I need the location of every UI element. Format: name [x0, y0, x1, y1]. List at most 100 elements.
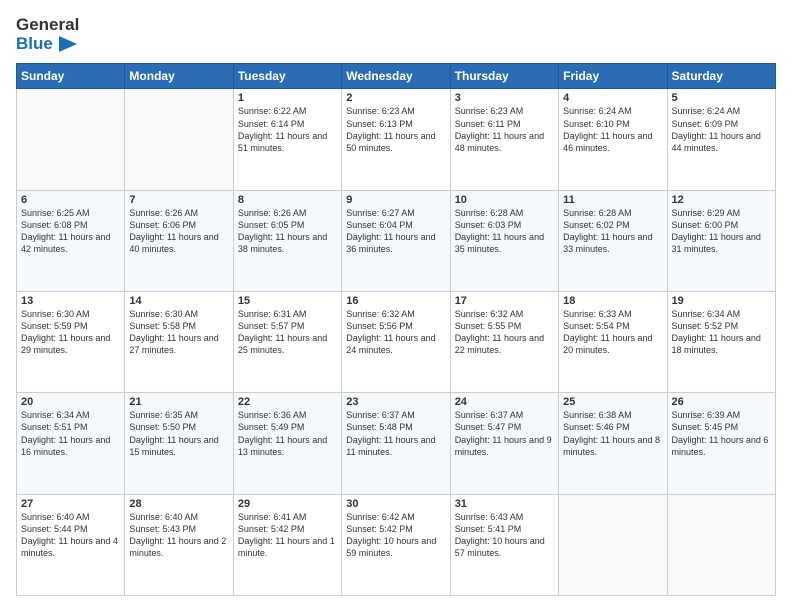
calendar-cell — [125, 89, 233, 190]
day-number: 6 — [21, 194, 120, 206]
weekday-header-monday: Monday — [125, 64, 233, 89]
calendar-cell: 18Sunrise: 6:33 AMSunset: 5:54 PMDayligh… — [559, 292, 667, 393]
cell-info: Sunrise: 6:29 AMSunset: 6:00 PMDaylight:… — [672, 207, 771, 256]
cell-info: Sunrise: 6:30 AMSunset: 5:58 PMDaylight:… — [129, 308, 228, 357]
day-number: 30 — [346, 498, 445, 510]
calendar-week-4: 20Sunrise: 6:34 AMSunset: 5:51 PMDayligh… — [17, 393, 776, 494]
calendar-cell: 22Sunrise: 6:36 AMSunset: 5:49 PMDayligh… — [233, 393, 341, 494]
cell-info: Sunrise: 6:27 AMSunset: 6:04 PMDaylight:… — [346, 207, 445, 256]
calendar-cell: 17Sunrise: 6:32 AMSunset: 5:55 PMDayligh… — [450, 292, 558, 393]
cell-info: Sunrise: 6:37 AMSunset: 5:47 PMDaylight:… — [455, 409, 554, 458]
cell-info: Sunrise: 6:34 AMSunset: 5:52 PMDaylight:… — [672, 308, 771, 357]
cell-info: Sunrise: 6:41 AMSunset: 5:42 PMDaylight:… — [238, 511, 337, 560]
day-number: 15 — [238, 295, 337, 307]
calendar-cell: 2Sunrise: 6:23 AMSunset: 6:13 PMDaylight… — [342, 89, 450, 190]
logo-arrow-icon — [59, 36, 77, 52]
cell-info: Sunrise: 6:26 AMSunset: 6:06 PMDaylight:… — [129, 207, 228, 256]
day-number: 12 — [672, 194, 771, 206]
calendar-cell: 29Sunrise: 6:41 AMSunset: 5:42 PMDayligh… — [233, 494, 341, 595]
logo-general: General — [16, 16, 79, 35]
cell-info: Sunrise: 6:39 AMSunset: 5:45 PMDaylight:… — [672, 409, 771, 458]
day-number: 19 — [672, 295, 771, 307]
calendar-cell: 6Sunrise: 6:25 AMSunset: 6:08 PMDaylight… — [17, 190, 125, 291]
calendar-week-1: 1Sunrise: 6:22 AMSunset: 6:14 PMDaylight… — [17, 89, 776, 190]
calendar-cell: 26Sunrise: 6:39 AMSunset: 5:45 PMDayligh… — [667, 393, 775, 494]
calendar-cell: 14Sunrise: 6:30 AMSunset: 5:58 PMDayligh… — [125, 292, 233, 393]
weekday-header-friday: Friday — [559, 64, 667, 89]
calendar-table: SundayMondayTuesdayWednesdayThursdayFrid… — [16, 63, 776, 596]
weekday-header-sunday: Sunday — [17, 64, 125, 89]
cell-info: Sunrise: 6:23 AMSunset: 6:13 PMDaylight:… — [346, 105, 445, 154]
cell-info: Sunrise: 6:40 AMSunset: 5:43 PMDaylight:… — [129, 511, 228, 560]
weekday-header-wednesday: Wednesday — [342, 64, 450, 89]
day-number: 1 — [238, 92, 337, 104]
day-number: 28 — [129, 498, 228, 510]
cell-info: Sunrise: 6:43 AMSunset: 5:41 PMDaylight:… — [455, 511, 554, 560]
calendar-cell: 5Sunrise: 6:24 AMSunset: 6:09 PMDaylight… — [667, 89, 775, 190]
cell-info: Sunrise: 6:22 AMSunset: 6:14 PMDaylight:… — [238, 105, 337, 154]
calendar-cell: 20Sunrise: 6:34 AMSunset: 5:51 PMDayligh… — [17, 393, 125, 494]
day-number: 7 — [129, 194, 228, 206]
day-number: 25 — [563, 396, 662, 408]
day-number: 29 — [238, 498, 337, 510]
calendar-header-row: SundayMondayTuesdayWednesdayThursdayFrid… — [17, 64, 776, 89]
calendar-cell: 3Sunrise: 6:23 AMSunset: 6:11 PMDaylight… — [450, 89, 558, 190]
calendar-cell: 8Sunrise: 6:26 AMSunset: 6:05 PMDaylight… — [233, 190, 341, 291]
calendar-cell: 7Sunrise: 6:26 AMSunset: 6:06 PMDaylight… — [125, 190, 233, 291]
day-number: 26 — [672, 396, 771, 408]
cell-info: Sunrise: 6:37 AMSunset: 5:48 PMDaylight:… — [346, 409, 445, 458]
calendar-cell: 11Sunrise: 6:28 AMSunset: 6:02 PMDayligh… — [559, 190, 667, 291]
calendar-cell: 30Sunrise: 6:42 AMSunset: 5:42 PMDayligh… — [342, 494, 450, 595]
day-number: 21 — [129, 396, 228, 408]
calendar-week-5: 27Sunrise: 6:40 AMSunset: 5:44 PMDayligh… — [17, 494, 776, 595]
day-number: 18 — [563, 295, 662, 307]
cell-info: Sunrise: 6:33 AMSunset: 5:54 PMDaylight:… — [563, 308, 662, 357]
day-number: 23 — [346, 396, 445, 408]
cell-info: Sunrise: 6:24 AMSunset: 6:10 PMDaylight:… — [563, 105, 662, 154]
day-number: 8 — [238, 194, 337, 206]
weekday-header-tuesday: Tuesday — [233, 64, 341, 89]
cell-info: Sunrise: 6:26 AMSunset: 6:05 PMDaylight:… — [238, 207, 337, 256]
calendar-cell: 19Sunrise: 6:34 AMSunset: 5:52 PMDayligh… — [667, 292, 775, 393]
calendar-cell: 10Sunrise: 6:28 AMSunset: 6:03 PMDayligh… — [450, 190, 558, 291]
day-number: 16 — [346, 295, 445, 307]
day-number: 2 — [346, 92, 445, 104]
day-number: 3 — [455, 92, 554, 104]
day-number: 17 — [455, 295, 554, 307]
header: General Blue — [16, 16, 776, 53]
day-number: 13 — [21, 295, 120, 307]
calendar-week-3: 13Sunrise: 6:30 AMSunset: 5:59 PMDayligh… — [17, 292, 776, 393]
cell-info: Sunrise: 6:32 AMSunset: 5:56 PMDaylight:… — [346, 308, 445, 357]
day-number: 11 — [563, 194, 662, 206]
cell-info: Sunrise: 6:25 AMSunset: 6:08 PMDaylight:… — [21, 207, 120, 256]
day-number: 31 — [455, 498, 554, 510]
calendar-week-2: 6Sunrise: 6:25 AMSunset: 6:08 PMDaylight… — [17, 190, 776, 291]
calendar-cell: 4Sunrise: 6:24 AMSunset: 6:10 PMDaylight… — [559, 89, 667, 190]
day-number: 10 — [455, 194, 554, 206]
day-number: 4 — [563, 92, 662, 104]
calendar-cell: 13Sunrise: 6:30 AMSunset: 5:59 PMDayligh… — [17, 292, 125, 393]
calendar-cell: 28Sunrise: 6:40 AMSunset: 5:43 PMDayligh… — [125, 494, 233, 595]
calendar-cell: 25Sunrise: 6:38 AMSunset: 5:46 PMDayligh… — [559, 393, 667, 494]
cell-info: Sunrise: 6:32 AMSunset: 5:55 PMDaylight:… — [455, 308, 554, 357]
calendar-cell: 12Sunrise: 6:29 AMSunset: 6:00 PMDayligh… — [667, 190, 775, 291]
day-number: 20 — [21, 396, 120, 408]
calendar-cell: 24Sunrise: 6:37 AMSunset: 5:47 PMDayligh… — [450, 393, 558, 494]
cell-info: Sunrise: 6:31 AMSunset: 5:57 PMDaylight:… — [238, 308, 337, 357]
calendar-cell: 15Sunrise: 6:31 AMSunset: 5:57 PMDayligh… — [233, 292, 341, 393]
calendar-cell: 9Sunrise: 6:27 AMSunset: 6:04 PMDaylight… — [342, 190, 450, 291]
calendar-cell: 21Sunrise: 6:35 AMSunset: 5:50 PMDayligh… — [125, 393, 233, 494]
day-number: 5 — [672, 92, 771, 104]
logo-text: General Blue — [16, 16, 79, 53]
cell-info: Sunrise: 6:34 AMSunset: 5:51 PMDaylight:… — [21, 409, 120, 458]
cell-info: Sunrise: 6:30 AMSunset: 5:59 PMDaylight:… — [21, 308, 120, 357]
cell-info: Sunrise: 6:40 AMSunset: 5:44 PMDaylight:… — [21, 511, 120, 560]
cell-info: Sunrise: 6:23 AMSunset: 6:11 PMDaylight:… — [455, 105, 554, 154]
cell-info: Sunrise: 6:38 AMSunset: 5:46 PMDaylight:… — [563, 409, 662, 458]
day-number: 22 — [238, 396, 337, 408]
cell-info: Sunrise: 6:24 AMSunset: 6:09 PMDaylight:… — [672, 105, 771, 154]
page: General Blue SundayMondayTuesdayWednesda… — [0, 0, 792, 612]
calendar-cell: 31Sunrise: 6:43 AMSunset: 5:41 PMDayligh… — [450, 494, 558, 595]
weekday-header-thursday: Thursday — [450, 64, 558, 89]
calendar-cell: 1Sunrise: 6:22 AMSunset: 6:14 PMDaylight… — [233, 89, 341, 190]
